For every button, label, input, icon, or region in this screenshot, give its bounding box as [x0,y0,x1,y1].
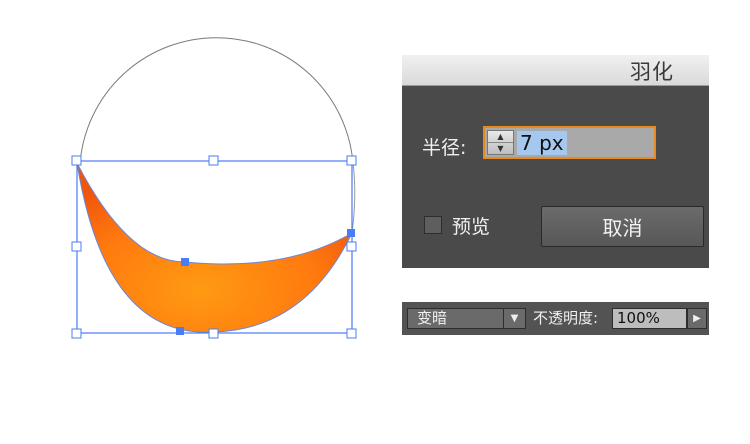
resize-handle-top-left[interactable] [71,155,82,166]
transparency-bar: 变暗 ▼ 不透明度: 100% ▶ [402,302,709,335]
chevron-down-icon[interactable]: ▼ [503,309,525,328]
circle-outline-path[interactable] [79,37,354,164]
feather-dialog: 羽化 半径: ▲ ▼ 7 px 预览 取消 [402,55,709,268]
orange-crescent-shape[interactable] [76,162,354,333]
preview-label[interactable]: 预览 [452,212,490,239]
resize-handle-bottom-left[interactable] [71,328,82,339]
resize-handle-bottom-right[interactable] [346,328,357,339]
radius-stepper[interactable]: ▲ ▼ [487,130,514,155]
anchor-point[interactable] [347,229,355,237]
resize-handle-top-middle[interactable] [208,155,219,166]
dialog-title: 羽化 [630,60,674,84]
radius-value[interactable]: 7 px [517,131,567,155]
resize-handle-middle-right[interactable] [346,241,357,252]
resize-handle-top-right[interactable] [346,155,357,166]
opacity-input[interactable]: 100% [612,308,687,329]
radius-label: 半径: [422,137,467,159]
preview-checkbox[interactable] [424,216,442,234]
opacity-label: 不透明度: [533,309,599,327]
radius-input[interactable]: ▲ ▼ 7 px [483,126,656,159]
dialog-title-bar[interactable]: 羽化 [402,55,709,86]
triangle-down-icon[interactable]: ▼ [488,143,513,154]
resize-handle-bottom-middle[interactable] [208,328,219,339]
chevron-right-icon[interactable]: ▶ [687,308,707,329]
triangle-up-icon[interactable]: ▲ [488,131,513,143]
blend-mode-value: 变暗 [417,309,448,327]
anchor-point[interactable] [181,258,189,266]
resize-handle-middle-left[interactable] [71,241,82,252]
blend-mode-select[interactable]: 变暗 ▼ [407,308,526,329]
cancel-button[interactable]: 取消 [541,206,704,247]
anchor-point[interactable] [176,327,184,335]
artboard-canvas[interactable] [0,0,400,444]
